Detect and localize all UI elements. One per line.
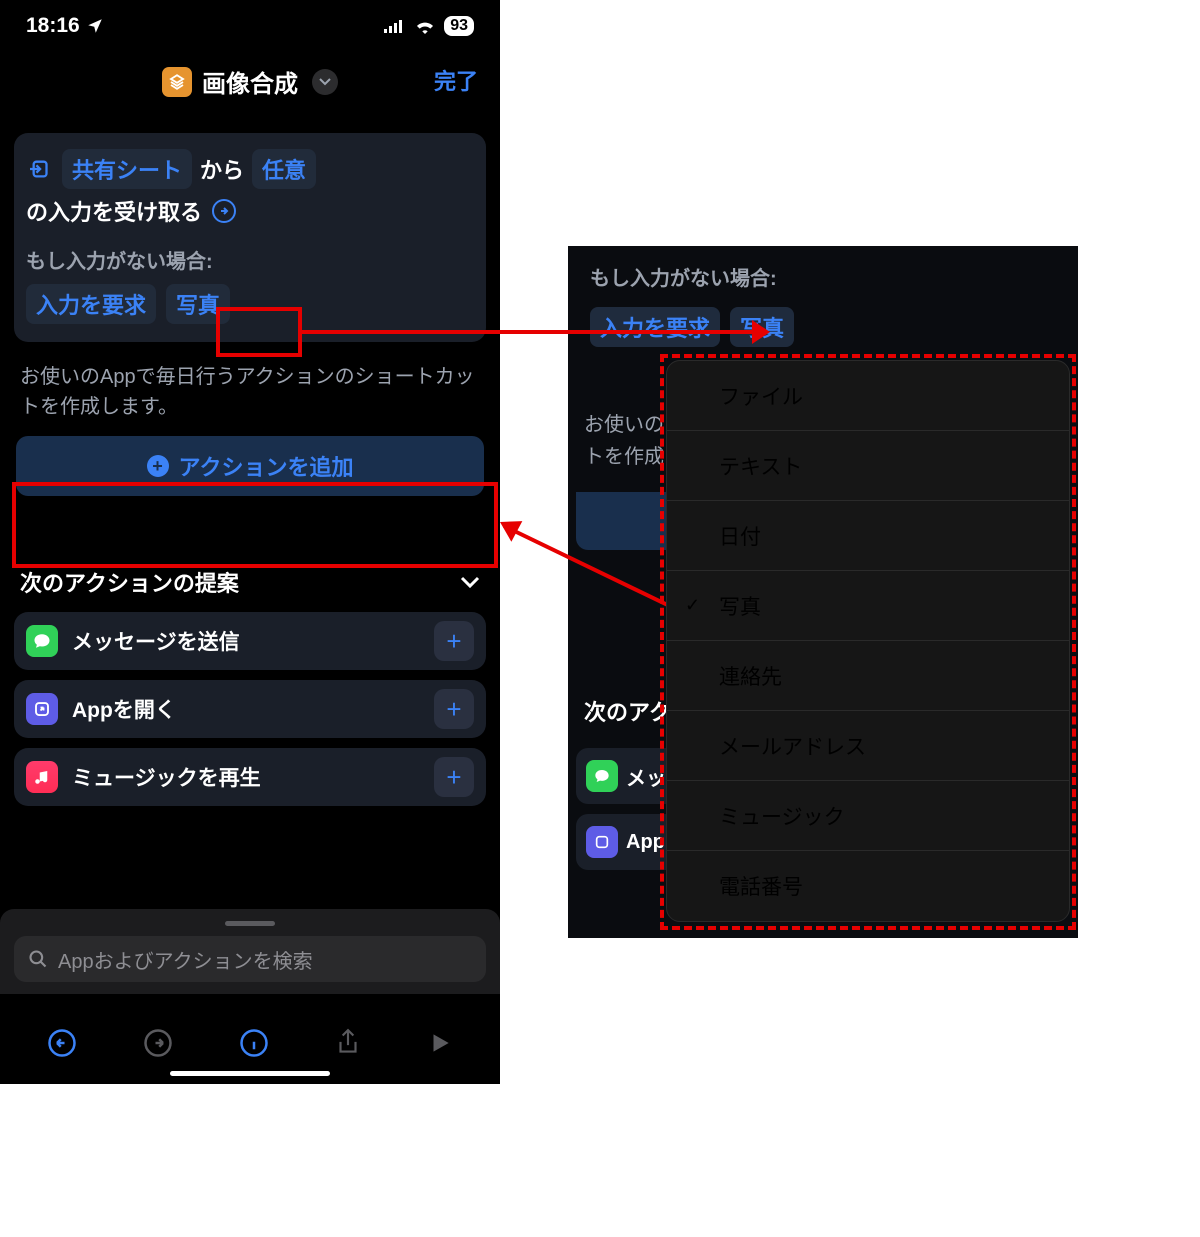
nav-bar: 画像合成 完了 [0, 38, 500, 113]
hint-text: お使いのAppで毎日行うアクションのショートカットを作成します。 [20, 362, 480, 422]
request-input-token[interactable]: 入力を要求 [590, 307, 720, 347]
wifi-icon [414, 18, 436, 34]
undo-button[interactable] [47, 1028, 77, 1058]
annotation-arrow [498, 520, 688, 620]
suggestion-row[interactable]: Appを開く + [14, 680, 486, 738]
open-app-icon [586, 826, 618, 858]
plus-circle-icon: + [147, 455, 169, 477]
add-action-button[interactable]: + アクションを追加 [16, 436, 484, 496]
any-token[interactable]: 任意 [252, 149, 316, 189]
status-bar: 18:16 93 [0, 0, 500, 38]
annotation-arrowhead [752, 320, 770, 344]
music-app-icon [26, 761, 58, 793]
bg-hint-line2: トを作成 [584, 442, 664, 472]
receive-input-label: の入力を受け取る [26, 195, 202, 227]
search-placeholder: Appおよびアクションを検索 [58, 945, 313, 974]
title-chevron-down-icon[interactable] [312, 69, 338, 95]
menu-item-music[interactable]: ミュージック [667, 781, 1069, 851]
suggestions-title: 次のアクションの提案 [20, 566, 239, 598]
menu-item-text[interactable]: テキスト [667, 431, 1069, 501]
chevron-down-icon [460, 576, 480, 588]
suggestion-label: ミュージックを再生 [72, 762, 434, 792]
location-icon [86, 17, 104, 35]
fallback-label: もし入力がない場合: [26, 245, 474, 274]
input-card: 共有シート から 任意 の入力を受け取る もし入力がない場合: 入力を要求 写真 [14, 133, 486, 342]
open-app-icon [26, 693, 58, 725]
check-icon: ✓ [685, 595, 700, 616]
suggestion-add-button[interactable]: + [434, 689, 474, 729]
label-from: から [200, 153, 244, 185]
suggestions-header[interactable]: 次のアクションの提案 [20, 566, 480, 598]
bg-msg-row: メッ [576, 748, 668, 804]
search-icon [28, 949, 48, 969]
add-action-label: アクションを追加 [179, 450, 354, 482]
menu-item-phone[interactable]: 電話番号 [667, 851, 1069, 921]
bg-app-label: App [626, 831, 665, 854]
shortcut-app-icon [162, 67, 192, 97]
suggestion-label: Appを開く [72, 694, 434, 724]
bg-suggest-header: 次のアク [584, 696, 671, 729]
search-input[interactable]: Appおよびアクションを検索 [14, 936, 486, 982]
fallback-label: もし入力がない場合: [590, 262, 1078, 291]
bg-hint-line1: お使いの [584, 410, 664, 440]
search-sheet[interactable]: Appおよびアクションを検索 [0, 909, 500, 994]
redo-button[interactable] [143, 1028, 173, 1058]
messages-app-icon [26, 625, 58, 657]
play-button[interactable] [427, 1030, 453, 1056]
annotation-arrow [302, 330, 752, 334]
info-button[interactable] [239, 1028, 269, 1058]
menu-item-date[interactable]: 日付 [667, 501, 1069, 571]
bg-app-row: App [576, 814, 668, 870]
menu-item-photo[interactable]: ✓写真 [667, 571, 1069, 641]
done-button[interactable]: 完了 [434, 64, 478, 96]
status-time: 18:16 [26, 14, 80, 38]
type-dropdown-menu: ファイル テキスト 日付 ✓写真 連絡先 メールアドレス ミュージック 電話番号 [666, 360, 1070, 922]
bg-msg-label: メッ [626, 762, 666, 791]
suggestion-add-button[interactable]: + [434, 757, 474, 797]
menu-item-file[interactable]: ファイル [667, 361, 1069, 431]
suggestion-add-button[interactable]: + [434, 621, 474, 661]
share-sheet-token[interactable]: 共有シート [62, 149, 192, 189]
input-arrow-icon [30, 158, 52, 180]
suggestion-label: メッセージを送信 [72, 626, 434, 656]
page-title: 画像合成 [202, 64, 298, 99]
drag-handle[interactable] [225, 921, 275, 926]
bottom-toolbar [0, 1028, 500, 1058]
menu-item-email[interactable]: メールアドレス [667, 711, 1069, 781]
messages-app-icon [586, 760, 618, 792]
battery-icon: 93 [444, 16, 474, 36]
cellular-icon [384, 19, 406, 33]
home-indicator[interactable] [170, 1071, 330, 1076]
request-input-token[interactable]: 入力を要求 [26, 284, 156, 324]
suggestion-row[interactable]: メッセージを送信 + [14, 612, 486, 670]
menu-item-contact[interactable]: 連絡先 [667, 641, 1069, 711]
suggestion-row[interactable]: ミュージックを再生 + [14, 748, 486, 806]
phone-screen: 18:16 93 画像合成 完了 [0, 0, 500, 1084]
info-icon[interactable] [212, 199, 236, 223]
photo-token[interactable]: 写真 [166, 284, 230, 324]
share-button[interactable] [335, 1028, 361, 1058]
